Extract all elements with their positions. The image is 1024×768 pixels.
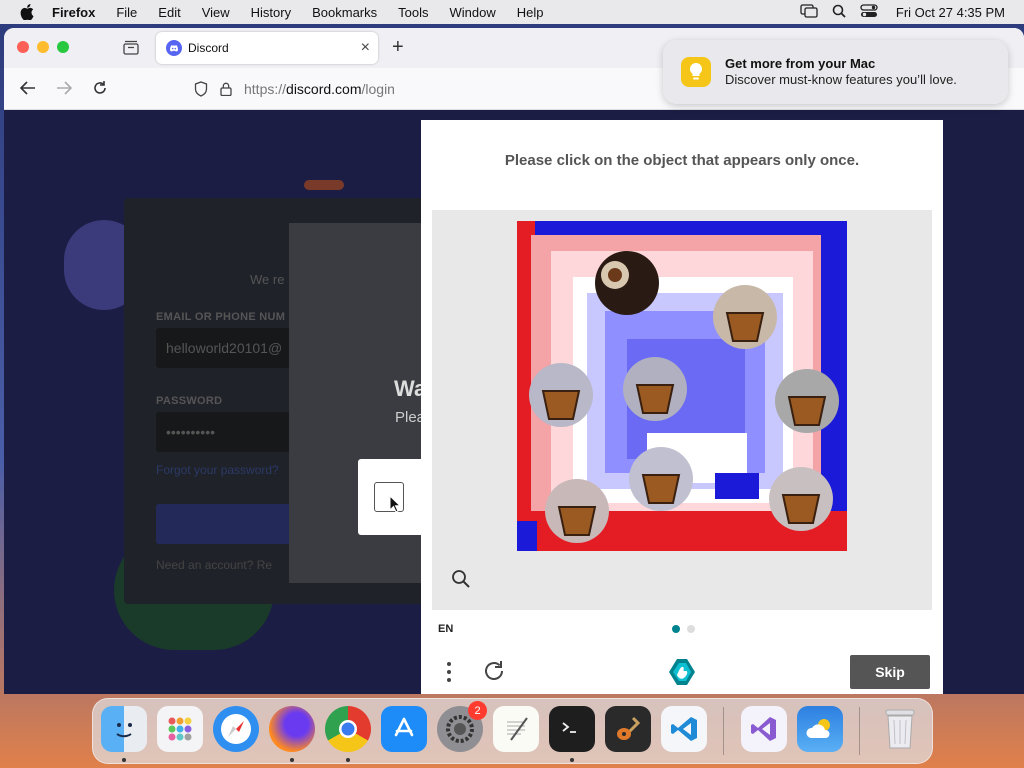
menu-bookmarks[interactable]: Bookmarks: [312, 5, 377, 20]
vscode-icon[interactable]: [661, 706, 707, 752]
menu-history[interactable]: History: [251, 5, 291, 20]
tab-list-icon[interactable]: [122, 39, 140, 55]
dock: 2: [92, 698, 933, 764]
dock-separator: [723, 707, 724, 755]
spotlight-search-icon[interactable]: [832, 4, 846, 21]
lock-icon[interactable]: [220, 82, 232, 97]
zoom-in-icon[interactable]: [451, 569, 471, 589]
zoom-window-button[interactable]: [57, 41, 69, 53]
running-indicator: [290, 758, 294, 762]
lightbulb-icon: [681, 57, 711, 87]
chrome-icon[interactable]: [325, 706, 371, 752]
language-selector[interactable]: EN: [438, 623, 453, 635]
trash-icon[interactable]: [877, 706, 923, 752]
garageband-icon[interactable]: [605, 706, 651, 752]
background-illustration: [304, 180, 344, 190]
textedit-icon[interactable]: [493, 706, 539, 752]
mouse-cursor-icon: [389, 495, 401, 513]
tab-discord[interactable]: Discord ×: [156, 32, 378, 64]
running-indicator: [122, 758, 126, 762]
address-bar[interactable]: https://discord.com/login: [186, 74, 666, 104]
close-tab-icon[interactable]: ×: [361, 39, 370, 57]
email-label: EMAIL OR PHONE NUM: [156, 311, 286, 323]
notification-title: Get more from your Mac: [725, 56, 876, 71]
finder-icon[interactable]: [101, 706, 147, 752]
safari-icon[interactable]: [213, 706, 259, 752]
url-host: discord.com: [286, 81, 362, 97]
launchpad-icon[interactable]: [157, 706, 203, 752]
new-tab-icon[interactable]: +: [392, 36, 404, 59]
register-link[interactable]: Need an account? Re: [156, 558, 272, 572]
back-icon[interactable]: [18, 78, 38, 98]
menu-edit[interactable]: Edit: [158, 5, 180, 20]
screen-mirroring-icon[interactable]: [800, 3, 818, 21]
terminal-icon[interactable]: [549, 706, 595, 752]
system-settings-icon[interactable]: 2: [437, 701, 487, 752]
running-indicator: [570, 758, 574, 762]
skip-button[interactable]: Skip: [850, 655, 930, 689]
dock-separator: [859, 707, 860, 755]
menu-window[interactable]: Window: [450, 5, 496, 20]
minimize-window-button[interactable]: [37, 41, 49, 53]
macos-notification[interactable]: Get more from your Mac Discover must-kno…: [663, 40, 1008, 104]
tab-title: Discord: [188, 41, 229, 55]
running-indicator: [346, 758, 350, 762]
notification-badge: 2: [468, 701, 487, 720]
discord-favicon-icon: [166, 40, 182, 56]
close-window-button[interactable]: [17, 41, 29, 53]
more-options-icon[interactable]: [443, 660, 455, 684]
captcha-prompt: Please click on the object that appears …: [504, 152, 860, 169]
menu-help[interactable]: Help: [517, 5, 544, 20]
firefox-icon[interactable]: [269, 706, 315, 752]
coffee-cup-image: [595, 251, 659, 315]
apple-menu-icon[interactable]: [20, 4, 34, 20]
progress-dot: [687, 625, 695, 633]
reload-icon[interactable]: [90, 78, 110, 98]
forgot-password-link[interactable]: Forgot your password?: [156, 463, 279, 477]
forward-icon[interactable]: [54, 78, 74, 98]
menu-tools[interactable]: Tools: [398, 5, 428, 20]
visual-studio-icon[interactable]: [741, 706, 787, 752]
progress-dot-current: [672, 625, 680, 633]
refresh-challenge-icon[interactable]: [481, 658, 507, 684]
menubar-clock[interactable]: Fri Oct 27 4:35 PM: [896, 5, 1005, 20]
weather-icon[interactable]: [797, 706, 843, 752]
notification-text: Discover must-know features you’ll love.: [725, 72, 957, 87]
captcha-challenge-panel: Please click on the object that appears …: [421, 120, 943, 694]
password-label: PASSWORD: [156, 395, 223, 407]
login-subtitle: We re: [250, 272, 285, 287]
menu-file[interactable]: File: [116, 5, 137, 20]
app-store-icon[interactable]: [381, 706, 427, 752]
url-path: /login: [361, 81, 395, 97]
menu-app-name[interactable]: Firefox: [52, 5, 95, 20]
menu-view[interactable]: View: [202, 5, 230, 20]
url-scheme: https://: [244, 81, 287, 97]
captcha-puzzle-image[interactable]: [517, 221, 847, 551]
menubar: Firefox File Edit View History Bookmarks…: [0, 0, 1024, 24]
tracking-protection-icon[interactable]: [194, 81, 208, 97]
control-center-icon[interactable]: [860, 3, 878, 21]
hcaptcha-logo-icon[interactable]: [665, 655, 699, 689]
